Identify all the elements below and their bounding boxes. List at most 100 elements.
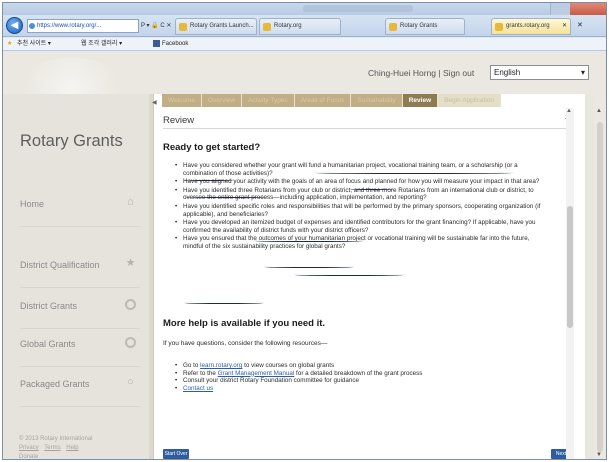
favorite-webslice[interactable]: 웹 조각 갤러리 ▾ — [81, 38, 122, 51]
sign-out-link[interactable]: Sign out — [443, 68, 474, 78]
content-scrollbar[interactable]: ▲ — [566, 108, 574, 459]
list-item: Have you ensured that the outcomes of yo… — [174, 235, 549, 250]
list-item: Have you identified specific roles and r… — [174, 203, 549, 218]
step-navigation: Welcome Overview Activity Types Areas of… — [162, 94, 502, 108]
favorites-star-icon[interactable]: ★ — [7, 38, 12, 51]
scroll-up-arrow-icon[interactable]: ▲ — [566, 108, 572, 114]
step-begin-application[interactable]: Begin Application — [438, 94, 502, 107]
step-sustainability[interactable]: Sustainability — [351, 94, 403, 107]
terms-link[interactable]: Terms — [44, 445, 60, 451]
sidebar: Rotary Grants Home ⌂ District Qualificat… — [3, 94, 149, 459]
content-scroll-thumb[interactable] — [567, 206, 573, 328]
page-title: Review — [163, 115, 195, 126]
pen-underline — [184, 178, 234, 181]
more-help-heading: More help is available if you need it. — [163, 318, 326, 329]
page-viewport: Ching-Huei Horng | Sign out English ▾ Ro… — [3, 52, 606, 459]
tab-close-icon[interactable]: ✕ — [562, 19, 567, 34]
tab-favicon — [495, 23, 503, 31]
tab-label: Rotary Grants — [400, 23, 438, 29]
tab-favicon — [389, 23, 397, 31]
manual-link[interactable]: Grant Management Manual — [218, 370, 295, 377]
sidebar-item-label: Packaged Grants — [20, 379, 90, 389]
help-link[interactable]: Help — [66, 445, 78, 451]
back-button[interactable]: ◀ — [6, 17, 23, 34]
resource-text: Go to — [183, 362, 201, 369]
tab-favicon — [263, 23, 271, 31]
tab-label: Rotary.org — [274, 23, 302, 29]
list-item: Go to learn.rotary.org to view courses o… — [174, 362, 544, 370]
title-divider — [163, 128, 571, 129]
sidebar-footer: © 2013 Rotary International Privacy Term… — [19, 435, 93, 459]
stepper-left-arrow-icon[interactable]: ◀ — [152, 99, 157, 106]
facebook-label: Facebook — [162, 41, 189, 47]
title-bar — [3, 3, 606, 19]
pen-underline — [294, 273, 404, 276]
tab-4-active[interactable]: grants.rotary.org ✕ — [491, 18, 571, 35]
sidebar-item-label: Home — [20, 199, 45, 209]
sidebar-item-label: District Qualification — [20, 260, 100, 270]
pen-underline — [349, 187, 394, 190]
home-icon: ⌂ — [127, 196, 134, 208]
new-tab-button[interactable]: ✕ — [577, 19, 583, 33]
title-text-blur — [303, 5, 413, 12]
navigation-row: ◀ https://www.rotary.org/... P ▾ 🔒 C ✕ R… — [3, 15, 606, 37]
globe-icon — [125, 337, 136, 348]
user-name: Ching-Huei Horng — [368, 68, 437, 78]
start-over-button[interactable]: Start Over — [163, 449, 189, 459]
learn-link[interactable]: learn.rotary.org — [200, 362, 242, 369]
pen-underline — [184, 195, 269, 198]
sidebar-item-label: District Grants — [20, 301, 78, 311]
readiness-checklist: Have you considered whether your grant w… — [174, 162, 549, 252]
resource-text: Consult your district Rotary Foundation … — [183, 377, 360, 385]
step-review[interactable]: Review — [402, 94, 439, 107]
tab-2[interactable]: Rotary.org — [259, 18, 341, 35]
sidebar-item-packaged-grants[interactable]: Packaged Grants ○ — [20, 377, 140, 407]
resource-text: Refer to the — [183, 369, 218, 377]
resource-text: to view courses on global grants — [242, 362, 335, 369]
tab-3[interactable]: Rotary Grants — [385, 18, 465, 35]
list-item: Consult your district Rotary Foundation … — [174, 377, 544, 385]
tab-label: Rotary Grants Launch... — [190, 23, 254, 29]
page-scrollbar[interactable]: ▲ ▼ — [594, 94, 606, 459]
privacy-link[interactable]: Privacy — [19, 445, 39, 451]
browser-window: ◀ https://www.rotary.org/... P ▾ 🔒 C ✕ R… — [2, 2, 607, 460]
ring-icon — [125, 299, 136, 310]
sidebar-item-home[interactable]: Home ⌂ — [20, 197, 140, 227]
pen-underline — [264, 265, 354, 268]
step-areas-of-focus[interactable]: Areas of Focus — [294, 94, 352, 107]
chevron-down-icon: ▾ — [580, 68, 585, 77]
resource-text: for a detailed breakdown of the grant pr… — [294, 369, 423, 377]
list-item: Refer to the Grant Management Manual for… — [174, 370, 544, 378]
favorite-suggested[interactable]: 추천 사이트 ▾ — [17, 38, 51, 51]
donate-link[interactable]: Donate — [19, 454, 38, 459]
site-icon — [29, 23, 35, 29]
language-select[interactable]: English ▾ — [490, 65, 589, 80]
favorites-bar: ★ 추천 사이트 ▾ 웹 조각 갤러리 ▾ Facebook — [3, 38, 606, 51]
review-panel: ◀ Welcome Overview Activity Types Areas … — [152, 94, 585, 459]
ready-heading: Ready to get started? — [163, 142, 261, 153]
step-activity-types[interactable]: Activity Types — [242, 94, 295, 107]
copyright-text: © 2013 Rotary International — [19, 436, 93, 442]
pen-underline — [184, 301, 264, 304]
page-scroll-thumb[interactable] — [597, 122, 603, 452]
step-overview[interactable]: Overview — [201, 94, 243, 107]
address-text: https://www.rotary.org/... — [37, 23, 102, 29]
contact-link[interactable]: Contact us — [183, 385, 213, 392]
page-scroll-down-icon[interactable]: ▼ — [596, 452, 602, 458]
favorite-facebook[interactable]: Facebook — [153, 38, 188, 51]
list-item: Have you considered whether your grant w… — [174, 162, 549, 177]
step-welcome[interactable]: Welcome — [162, 94, 202, 107]
pen-underline — [254, 239, 364, 242]
brand-title: Rotary Grants — [20, 132, 123, 150]
tab-label: grants.rotary.org — [506, 23, 550, 29]
list-item: Contact us — [174, 385, 544, 393]
address-bar[interactable]: https://www.rotary.org/... — [27, 19, 139, 33]
user-separator: | — [438, 68, 441, 78]
tab-1[interactable]: Rotary Grants Launch... — [175, 18, 257, 35]
facebook-icon — [153, 39, 160, 47]
sidebar-item-district-grants[interactable]: District Grants — [20, 299, 140, 329]
address-tools[interactable]: P ▾ 🔒 C ✕ — [141, 19, 171, 33]
page-scroll-up-icon[interactable]: ▲ — [596, 108, 602, 114]
sidebar-item-district-qualification[interactable]: District Qualification ★ — [20, 258, 140, 288]
sidebar-item-global-grants[interactable]: Global Grants — [20, 337, 140, 367]
